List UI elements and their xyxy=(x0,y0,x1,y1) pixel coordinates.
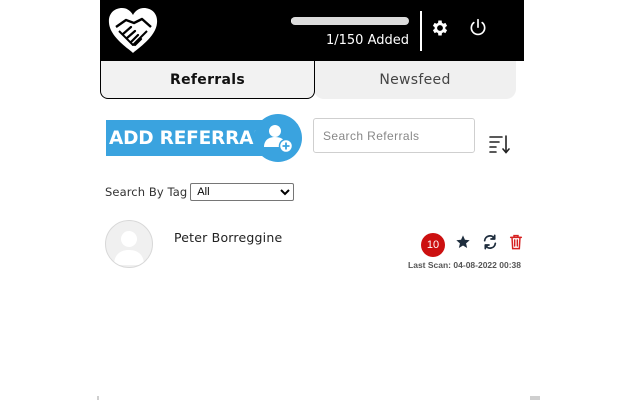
referral-name: Peter Borreggine xyxy=(174,230,283,245)
page-edge-marker-right xyxy=(530,396,540,400)
add-referral-label: ADD REFERRAL xyxy=(106,120,266,156)
power-button[interactable] xyxy=(466,18,490,42)
last-scan-timestamp: Last Scan: 04-08-2022 00:38 xyxy=(408,260,521,270)
add-user-icon xyxy=(254,114,302,162)
search-input[interactable] xyxy=(313,118,475,153)
score-badge: 10 xyxy=(421,233,445,257)
avatar xyxy=(105,220,153,268)
rescan-button[interactable] xyxy=(481,234,499,254)
header: 1/150 Added xyxy=(100,0,524,61)
referral-item[interactable]: Peter Borreggine 10 Last Scan: 04-08-202… xyxy=(100,216,524,272)
delete-button[interactable] xyxy=(507,234,525,254)
progress-label: 1/150 Added xyxy=(325,33,409,48)
page-edge-marker-left xyxy=(97,396,99,400)
progress-fill xyxy=(291,17,292,25)
favorite-button[interactable] xyxy=(454,235,472,253)
trash-icon xyxy=(509,234,523,254)
tag-filter: Search By Tag All xyxy=(105,183,295,201)
sort-button[interactable] xyxy=(488,133,512,155)
gear-icon xyxy=(430,18,450,42)
header-divider xyxy=(420,11,422,51)
tag-filter-label: Search By Tag xyxy=(105,185,188,199)
tab-newsfeed[interactable]: Newsfeed xyxy=(314,61,516,99)
usage-progress: 1/150 Added xyxy=(291,17,409,48)
tag-select[interactable]: All xyxy=(190,183,295,201)
app-frame: 1/150 Added Newsfeed Referrals ADD REFER… xyxy=(100,0,524,400)
sort-icon xyxy=(488,135,512,159)
heart-handshake-icon xyxy=(107,7,159,55)
star-icon xyxy=(455,234,471,254)
tab-bar: Newsfeed Referrals xyxy=(100,61,524,101)
last-scan-label: Last Scan: xyxy=(408,260,452,270)
refresh-icon xyxy=(482,234,498,254)
last-scan-value: 04-08-2022 00:38 xyxy=(453,260,521,270)
tab-referrals[interactable]: Referrals xyxy=(100,61,315,99)
add-referral-button[interactable]: ADD REFERRAL xyxy=(106,114,302,162)
power-icon xyxy=(468,18,488,42)
settings-button[interactable] xyxy=(428,18,452,42)
progress-track xyxy=(291,17,409,25)
